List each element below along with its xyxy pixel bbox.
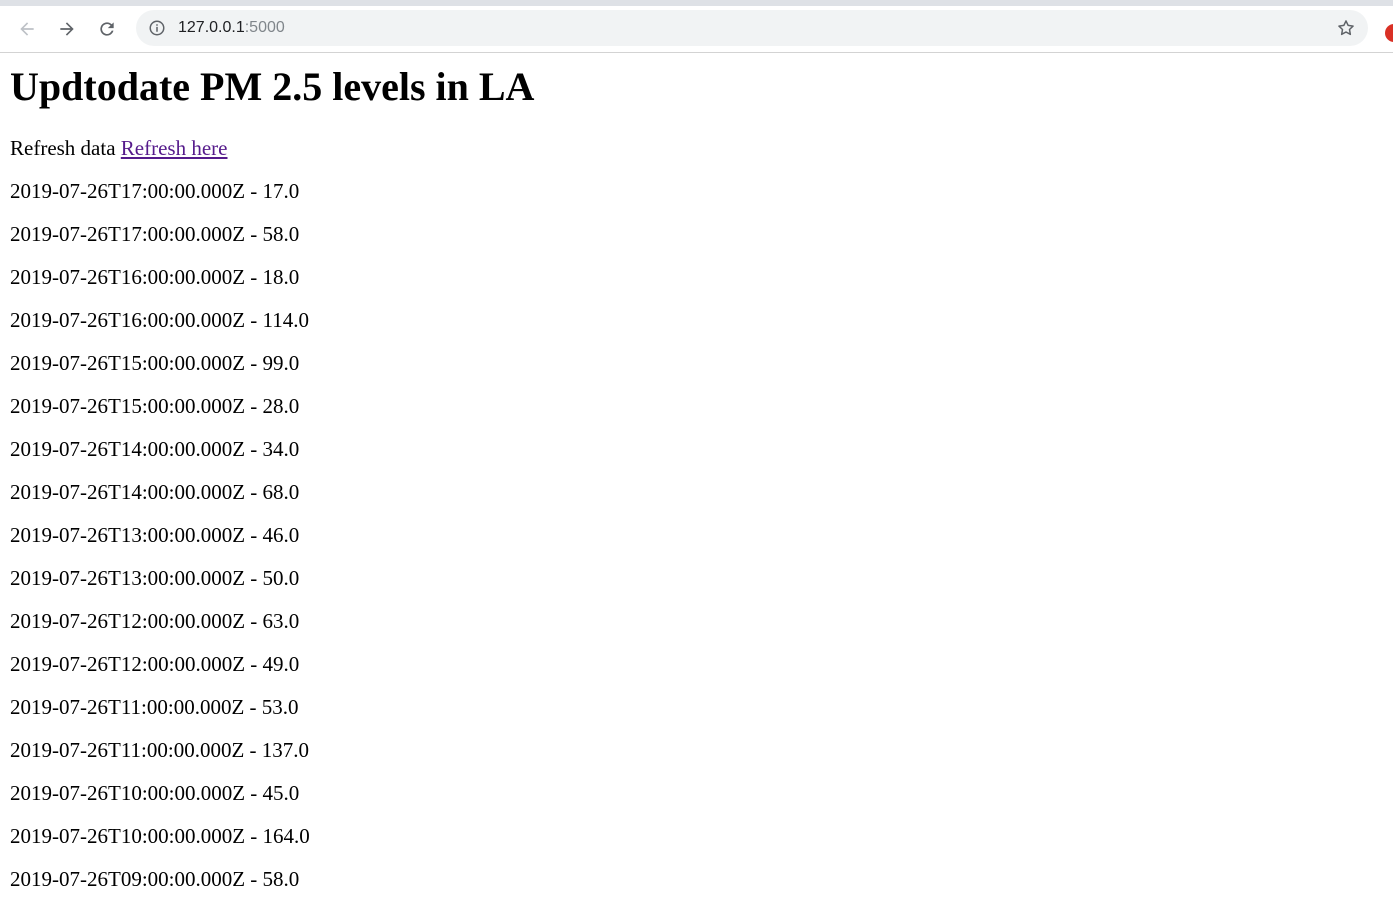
url-port: :5000: [244, 19, 285, 36]
reading-item: 2019-07-26T17:00:00.000Z - 58.0: [10, 222, 300, 246]
refresh-row: Refresh data Refresh here: [10, 136, 228, 160]
reading-item: 2019-07-26T13:00:00.000Z - 46.0: [10, 523, 300, 547]
back-button[interactable]: [10, 12, 44, 46]
reading-item: 2019-07-26T10:00:00.000Z - 164.0: [10, 824, 310, 848]
refresh-label: Refresh data: [10, 136, 116, 160]
reading-item: 2019-07-26T11:00:00.000Z - 53.0: [10, 695, 299, 719]
arrow-left-icon: [20, 22, 34, 36]
reading-item: 2019-07-26T15:00:00.000Z - 28.0: [10, 394, 300, 418]
extension-icon[interactable]: [1385, 24, 1393, 42]
reading-item: 2019-07-26T13:00:00.000Z - 50.0: [10, 566, 300, 590]
url-host: 127.0.0.1: [178, 19, 245, 36]
reading-item: 2019-07-26T16:00:00.000Z - 18.0: [10, 265, 300, 289]
reading-item: 2019-07-26T10:00:00.000Z - 45.0: [10, 781, 300, 805]
star-icon[interactable]: [1336, 18, 1356, 38]
reading-item: 2019-07-26T12:00:00.000Z - 49.0: [10, 652, 300, 676]
page-title: Updtodate PM 2.5 levels in LA: [10, 64, 535, 109]
url-text[interactable]: 127.0.0.1:5000: [178, 19, 285, 37]
refresh-link[interactable]: Refresh here: [121, 136, 228, 160]
reading-item: 2019-07-26T14:00:00.000Z - 68.0: [10, 480, 300, 504]
reading-item: 2019-07-26T12:00:00.000Z - 63.0: [10, 609, 300, 633]
reading-item: 2019-07-26T14:00:00.000Z - 34.0: [10, 437, 300, 461]
readings-list: 2019-07-26T17:00:00.000Z - 17.0 2019-07-2…: [10, 179, 310, 910]
browser-toolbar: 127.0.0.1:5000: [0, 6, 1393, 53]
reading-item: 2019-07-26T16:00:00.000Z - 114.0: [10, 308, 310, 332]
address-bar[interactable]: 127.0.0.1:5000: [136, 10, 1368, 46]
reload-icon: [100, 22, 114, 36]
reading-item: 2019-07-26T09:00:00.000Z - 58.0: [10, 867, 300, 891]
reading-item: 2019-07-26T11:00:00.000Z - 137.0: [10, 738, 310, 762]
forward-button[interactable]: [50, 12, 84, 46]
reload-button[interactable]: [90, 12, 124, 46]
info-icon[interactable]: [148, 19, 166, 37]
arrow-right-icon: [60, 22, 74, 36]
reading-item: 2019-07-26T17:00:00.000Z - 17.0: [10, 179, 300, 203]
reading-item: 2019-07-26T15:00:00.000Z - 99.0: [10, 351, 300, 375]
